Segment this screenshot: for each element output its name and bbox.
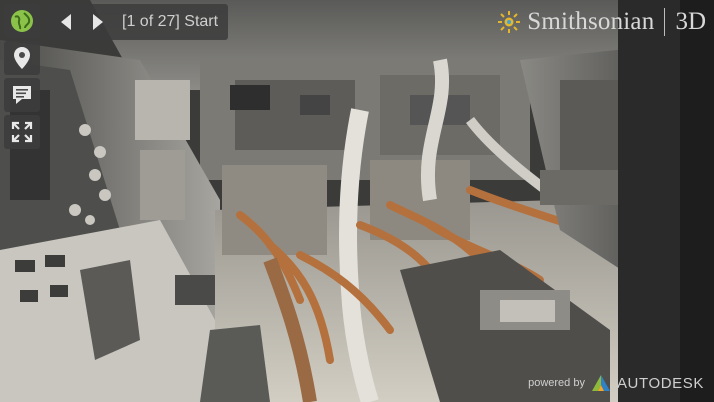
location-pin-icon: [14, 47, 30, 69]
tour-status: [1 of 27] Start: [122, 13, 219, 30]
next-stop-button[interactable]: [82, 7, 112, 37]
powered-by-autodesk: powered by AUTODESK: [528, 374, 704, 392]
location-pin-button[interactable]: [4, 41, 40, 75]
brand-divider: [664, 8, 666, 36]
globe-icon: [11, 10, 33, 32]
smithsonian-logo: Smithsonian 3D: [497, 8, 706, 36]
brand-name: Smithsonian: [527, 8, 655, 35]
left-toolbar: [4, 4, 40, 149]
brand-suffix: 3D: [675, 8, 706, 35]
3d-viewer[interactable]: [1 of 27] Start Smithsonian 3D powered b…: [0, 0, 714, 402]
powered-by-label: powered by: [528, 377, 585, 389]
globe-button[interactable]: [4, 4, 40, 38]
previous-stop-button[interactable]: [52, 7, 82, 37]
autodesk-wordmark: AUTODESK: [616, 374, 704, 392]
autodesk-logo-icon: [591, 375, 610, 391]
capsule-interior-render[interactable]: [0, 0, 714, 402]
fullscreen-icon: [11, 121, 33, 143]
annotations-icon: [13, 86, 31, 104]
tour-navigation: [1 of 27] Start: [46, 4, 229, 40]
prev-arrow-icon: [61, 14, 71, 30]
fullscreen-button[interactable]: [4, 115, 40, 149]
annotations-button[interactable]: [4, 78, 40, 112]
next-arrow-icon: [93, 14, 103, 30]
smithsonian-sun-icon: [498, 11, 521, 33]
